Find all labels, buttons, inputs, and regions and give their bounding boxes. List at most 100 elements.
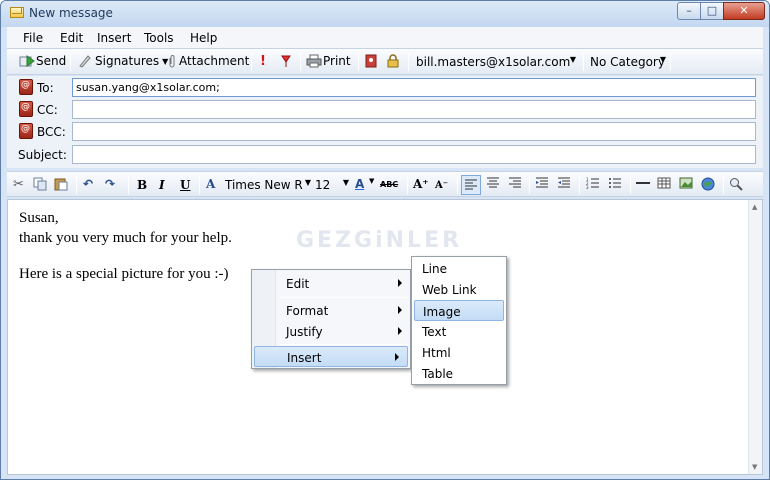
font-size-select[interactable]: 12 ▼ — [311, 175, 349, 195]
bcc-label: BCC: — [37, 125, 66, 139]
address-book-icon — [364, 54, 378, 68]
vertical-scrollbar[interactable]: ▲ ▼ — [748, 200, 762, 474]
send-icon — [19, 54, 35, 68]
encrypt-button[interactable] — [386, 54, 400, 68]
insert-submenu: Line Web Link Image Text Html Table — [411, 256, 507, 385]
paperclip-icon — [168, 54, 176, 68]
menu-edit[interactable]: Edit — [60, 31, 83, 45]
to-field[interactable]: susan.yang@x1solar.com; — [72, 78, 756, 97]
minimize-button[interactable]: – — [677, 2, 701, 20]
submenu-arrow-icon — [395, 353, 399, 361]
menu-file[interactable]: File — [23, 31, 43, 45]
body-line: Here is a special picture for you :-) — [19, 266, 229, 282]
subject-row: Subject: — [7, 144, 763, 166]
context-insert[interactable]: Insert — [254, 346, 408, 367]
bullet-list-icon[interactable] — [608, 177, 622, 189]
menu-help[interactable]: Help — [190, 31, 217, 45]
cut-icon[interactable]: ✂ — [13, 177, 24, 192]
editor-context-menu: Edit Format Justify Insert — [251, 269, 411, 369]
from-account-value: bill.masters@x1solar.com — [416, 55, 571, 69]
title-bar[interactable]: New message – □ ✕ — [1, 1, 769, 27]
from-account-select[interactable]: bill.masters@x1solar.com ▼ — [412, 52, 580, 72]
image-icon[interactable] — [679, 177, 693, 189]
format-toolbar: ✂ ↶ ↷ B I U A Times New R ▼ 12 ▼ A ▼ ABC… — [7, 171, 763, 197]
undo-icon[interactable]: ↶ — [83, 177, 93, 191]
font-style-icon[interactable]: A — [206, 177, 215, 191]
menu-bar: File Edit Insert Tools Help — [7, 27, 763, 49]
insert-html[interactable]: Html — [414, 342, 504, 363]
strikethrough-button[interactable]: ABC — [380, 180, 398, 189]
italic-button[interactable]: I — [159, 178, 165, 192]
align-left-icon[interactable] — [461, 175, 481, 195]
category-select[interactable]: No Category ▼ — [586, 52, 670, 72]
context-justify[interactable]: Justify — [252, 321, 410, 342]
web-link-icon[interactable] — [701, 177, 715, 191]
grow-font-icon[interactable]: A⁺ — [413, 177, 429, 191]
context-format[interactable]: Format — [252, 300, 410, 321]
scroll-up-icon[interactable]: ▲ — [752, 203, 757, 211]
print-label: Print — [323, 54, 351, 68]
insert-table[interactable]: Table — [414, 363, 504, 384]
exclamation-icon: ! — [260, 54, 266, 69]
menu-insert[interactable]: Insert — [97, 31, 131, 45]
bcc-field[interactable] — [72, 122, 756, 141]
insert-web-link[interactable]: Web Link — [414, 279, 504, 300]
lock-icon — [386, 54, 400, 68]
message-header: To: susan.yang@x1solar.com; CC: BCC: Sub… — [7, 76, 763, 168]
submenu-arrow-icon — [398, 279, 402, 287]
envelope-icon — [10, 7, 24, 18]
outdent-icon[interactable] — [535, 177, 549, 189]
body-line: Susan, — [19, 210, 59, 226]
to-address-book-icon[interactable] — [19, 79, 33, 95]
high-priority-button[interactable]: ! — [260, 54, 266, 69]
paste-icon[interactable] — [54, 177, 68, 191]
copy-icon[interactable] — [33, 177, 47, 191]
cc-field[interactable] — [72, 100, 756, 119]
horizontal-line-icon[interactable] — [635, 177, 651, 189]
scroll-down-icon[interactable]: ▼ — [752, 463, 757, 471]
table-icon[interactable] — [657, 177, 671, 189]
subject-field[interactable] — [72, 145, 756, 164]
address-book-button[interactable] — [364, 54, 378, 68]
flag-icon — [280, 54, 294, 68]
signatures-button[interactable]: Signatures ▼ — [78, 54, 168, 68]
align-right-icon[interactable] — [508, 177, 522, 189]
send-button[interactable]: Send — [19, 54, 66, 68]
message-window: New message – □ ✕ File Edit Insert Tools… — [0, 0, 770, 480]
close-button[interactable]: ✕ — [723, 2, 765, 20]
bcc-address-book-icon[interactable] — [19, 123, 33, 139]
font-color-icon[interactable]: A — [355, 177, 364, 191]
print-button[interactable]: Print — [306, 54, 351, 68]
font-family-value: Times New R — [225, 178, 303, 192]
window-title: New message — [29, 6, 113, 20]
cc-address-book-icon[interactable] — [19, 101, 33, 117]
find-icon[interactable] — [729, 177, 743, 191]
align-center-icon[interactable] — [486, 177, 500, 189]
send-label: Send — [36, 54, 67, 68]
watermark: GEZGiNLER — [296, 228, 463, 253]
underline-button[interactable]: U — [180, 178, 190, 192]
body-line: thank you very much for your help. — [19, 230, 232, 246]
font-family-select[interactable]: Times New R ▼ — [223, 175, 311, 195]
insert-text[interactable]: Text — [414, 321, 504, 342]
shrink-font-icon[interactable]: A⁻ — [435, 180, 448, 191]
subject-label: Subject: — [18, 148, 67, 162]
svg-text:3: 3 — [586, 185, 589, 189]
main-toolbar: Send Signatures ▼ Attachment ! Print bil… — [7, 49, 763, 75]
bold-button[interactable]: B — [137, 178, 147, 192]
maximize-button[interactable]: □ — [700, 2, 724, 20]
menu-tools[interactable]: Tools — [144, 31, 174, 45]
chevron-down-icon[interactable]: ▼ — [369, 177, 374, 185]
pen-icon — [78, 54, 92, 68]
redo-icon[interactable]: ↷ — [105, 177, 115, 191]
insert-line[interactable]: Line — [414, 258, 504, 279]
indent-icon[interactable] — [557, 177, 571, 189]
printer-icon — [306, 54, 322, 68]
attachment-button[interactable]: Attachment — [168, 54, 249, 68]
numbered-list-icon[interactable]: 123 — [586, 177, 600, 189]
flag-button[interactable] — [280, 54, 294, 68]
insert-image[interactable]: Image — [414, 300, 504, 321]
context-edit[interactable]: Edit — [252, 273, 410, 294]
attachment-label: Attachment — [179, 54, 250, 68]
dropdown-arrow-icon: ▼ — [659, 55, 666, 64]
